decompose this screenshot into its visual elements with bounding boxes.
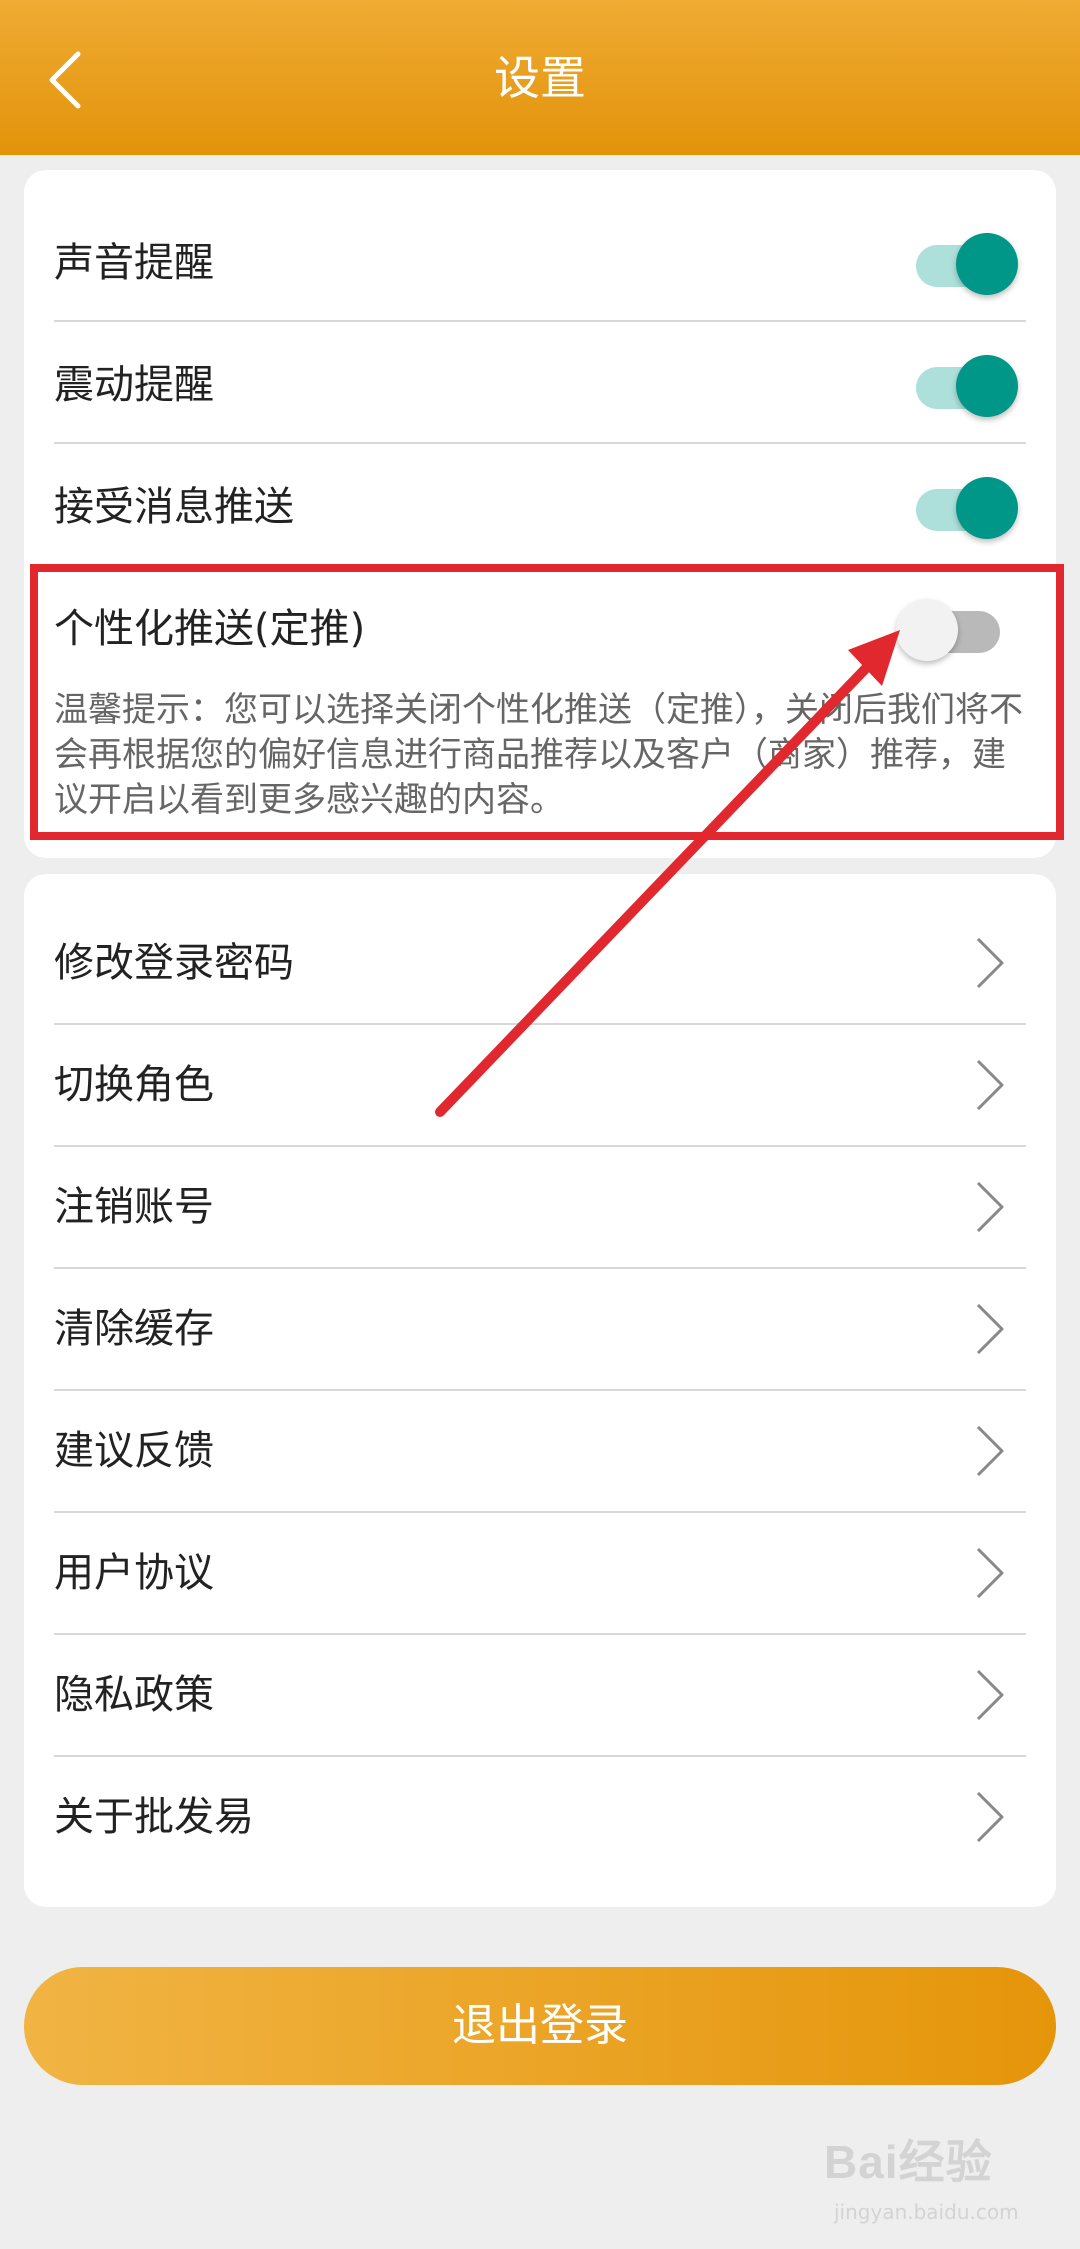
personalized-push-hint: 温馨提示：您可以选择关闭个性化推送（定推），关闭后我们将不会再根据您的偏好信息进…	[54, 690, 1023, 820]
menu-item[interactable]: 建议反馈	[54, 1390, 1056, 1512]
top-bar: 设置	[0, 0, 1080, 155]
message-push-toggle[interactable]	[916, 473, 1020, 539]
chevron-right-icon	[976, 1181, 1004, 1233]
setting-label: 震动提醒	[54, 362, 214, 408]
toggle-knob	[956, 355, 1018, 417]
chevron-right-icon	[976, 1547, 1004, 1599]
menu-item-label: 修改登录密码	[54, 940, 294, 986]
divider	[54, 320, 1026, 322]
menu-item[interactable]: 切换角色	[54, 1024, 1056, 1146]
menu-item-label: 关于批发易	[54, 1794, 254, 1840]
menu-item-label: 用户协议	[54, 1550, 214, 1596]
chevron-right-icon	[976, 1059, 1004, 1111]
setting-label: 声音提醒	[54, 240, 214, 286]
menu-item-label: 注销账号	[54, 1184, 214, 1230]
watermark-logo: Bai经验	[824, 2136, 993, 2188]
personalized-push-toggle[interactable]	[896, 595, 1008, 661]
divider	[54, 442, 1026, 444]
watermark-url: jingyan.baidu.com	[834, 2200, 1019, 2224]
chevron-right-icon	[976, 1425, 1004, 1477]
chevron-right-icon	[976, 1303, 1004, 1355]
menu-item[interactable]: 修改登录密码	[54, 902, 1056, 1024]
sound-alert-toggle[interactable]	[916, 229, 1020, 295]
menu-item[interactable]: 注销账号	[54, 1146, 1056, 1268]
menu-item[interactable]: 清除缓存	[54, 1268, 1056, 1390]
logout-button[interactable]: 退出登录	[24, 1967, 1056, 2085]
setting-label: 个性化推送(定推)	[54, 606, 366, 652]
menu-item[interactable]: 隐私政策	[54, 1634, 1056, 1756]
menu-item-label: 建议反馈	[54, 1428, 214, 1474]
setting-label: 接受消息推送	[54, 484, 294, 530]
setting-row-vibrate: 震动提醒	[54, 324, 1054, 446]
setting-row-push: 接受消息推送	[54, 446, 1054, 568]
page-title: 设置	[494, 51, 586, 105]
chevron-right-icon	[976, 1791, 1004, 1843]
setting-row-sound: 声音提醒	[54, 202, 1054, 324]
toggle-knob	[956, 477, 1018, 539]
chevron-right-icon	[976, 1669, 1004, 1721]
menu-item-label: 切换角色	[54, 1062, 214, 1108]
menu-item[interactable]: 用户协议	[54, 1512, 1056, 1634]
menu-item[interactable]: 关于批发易	[54, 1756, 1056, 1878]
toggle-knob	[956, 233, 1018, 295]
toggle-knob	[896, 599, 958, 661]
watermark: Bai经验 jingyan.baidu.com	[824, 2126, 1064, 2236]
menu-item-label: 隐私政策	[54, 1672, 214, 1718]
chevron-right-icon	[976, 937, 1004, 989]
menu-item-label: 清除缓存	[54, 1306, 214, 1352]
vibration-alert-toggle[interactable]	[916, 351, 1020, 417]
